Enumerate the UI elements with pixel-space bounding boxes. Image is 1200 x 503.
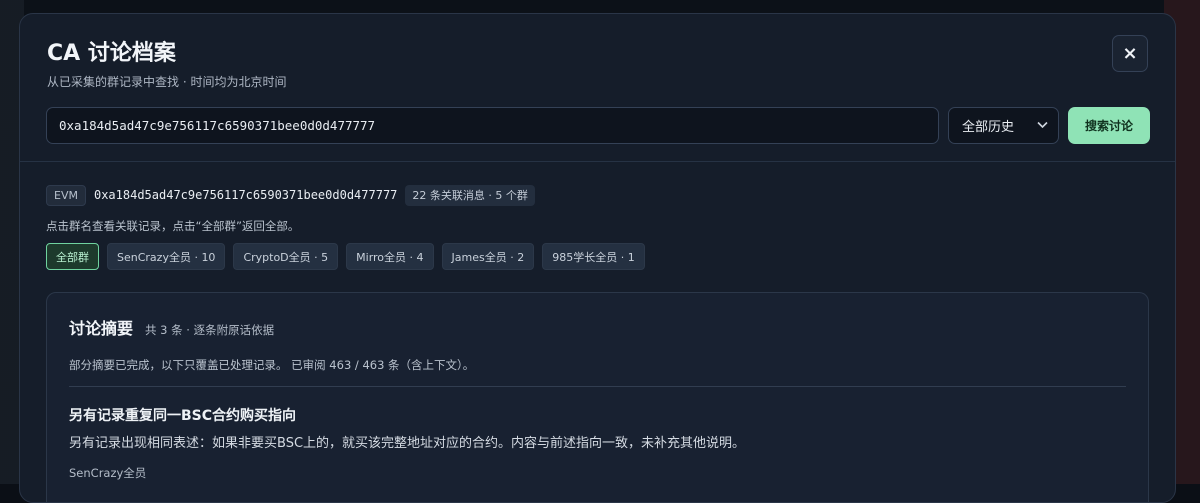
group-filter-hint: 点击群名查看关联记录，点击“全部群”返回全部。 xyxy=(46,218,1148,234)
ca-address: 0xa184d5ad47c9e756117c6590371bee0d0d4777… xyxy=(94,188,397,202)
modal-body: EVM 0xa184d5ad47c9e756117c6590371bee0d0d… xyxy=(20,162,1175,503)
discussion-summary-card: 讨论摘要 共 3 条 · 逐条附原话依据 部分摘要已完成，以下只覆盖已处理记录。… xyxy=(46,292,1149,503)
summary-item-text: 另有记录出现相同表述：如果非要买BSC上的，就买该完整地址对应的合约。内容与前述… xyxy=(69,435,1126,453)
modal-title: CA 讨论档案 xyxy=(47,40,1148,68)
modal-header: CA 讨论档案 从已采集的群记录中查找 · 时间均为北京时间 × 全部历史 搜索… xyxy=(20,14,1175,162)
summary-title: 讨论摘要 xyxy=(69,315,133,339)
summary-item-source: SenCrazy全员 xyxy=(69,465,1126,481)
ca-search-input[interactable] xyxy=(46,107,939,144)
close-button[interactable]: × xyxy=(1112,35,1148,72)
history-range-select[interactable]: 全部历史 xyxy=(948,107,1059,144)
group-chip-james[interactable]: James全员 · 2 xyxy=(442,243,535,270)
search-discussion-button[interactable]: 搜索讨论 xyxy=(1068,107,1150,144)
ca-info-row: EVM 0xa184d5ad47c9e756117c6590371bee0d0d… xyxy=(46,184,1148,206)
summary-divider xyxy=(69,386,1126,387)
summary-item-title: 另有记录重复同一BSC合约购买指向 xyxy=(69,405,1126,425)
summary-header: 讨论摘要 共 3 条 · 逐条附原话依据 xyxy=(69,315,1126,339)
history-range-value: 全部历史 xyxy=(962,116,1014,135)
group-chip-all[interactable]: 全部群 xyxy=(46,243,99,270)
ca-archive-modal: CA 讨论档案 从已采集的群记录中查找 · 时间均为北京时间 × 全部历史 搜索… xyxy=(19,13,1176,503)
group-chip-sencrazy[interactable]: SenCrazy全员 · 10 xyxy=(107,243,225,270)
summary-meta: 共 3 条 · 逐条附原话依据 xyxy=(145,322,274,338)
group-chip-mirro[interactable]: Mirro全员 · 4 xyxy=(346,243,433,270)
chevron-down-icon xyxy=(1037,119,1048,132)
message-count-badge: 22 条关联消息 · 5 个群 xyxy=(405,185,534,206)
group-chip-985[interactable]: 985学长全员 · 1 xyxy=(542,243,644,270)
group-filter-chips: 全部群 SenCrazy全员 · 10 CryptoD全员 · 5 Mirro全… xyxy=(46,243,1148,270)
modal-subtitle: 从已采集的群记录中查找 · 时间均为北京时间 xyxy=(47,74,1148,90)
summary-status: 部分摘要已完成，以下只覆盖已处理记录。 已审阅 463 / 463 条（含上下文… xyxy=(69,357,1126,373)
group-chip-cryptod[interactable]: CryptoD全员 · 5 xyxy=(233,243,338,270)
chain-badge: EVM xyxy=(46,185,86,206)
close-icon: × xyxy=(1122,43,1137,64)
search-row: 全部历史 搜索讨论 xyxy=(46,107,1148,144)
